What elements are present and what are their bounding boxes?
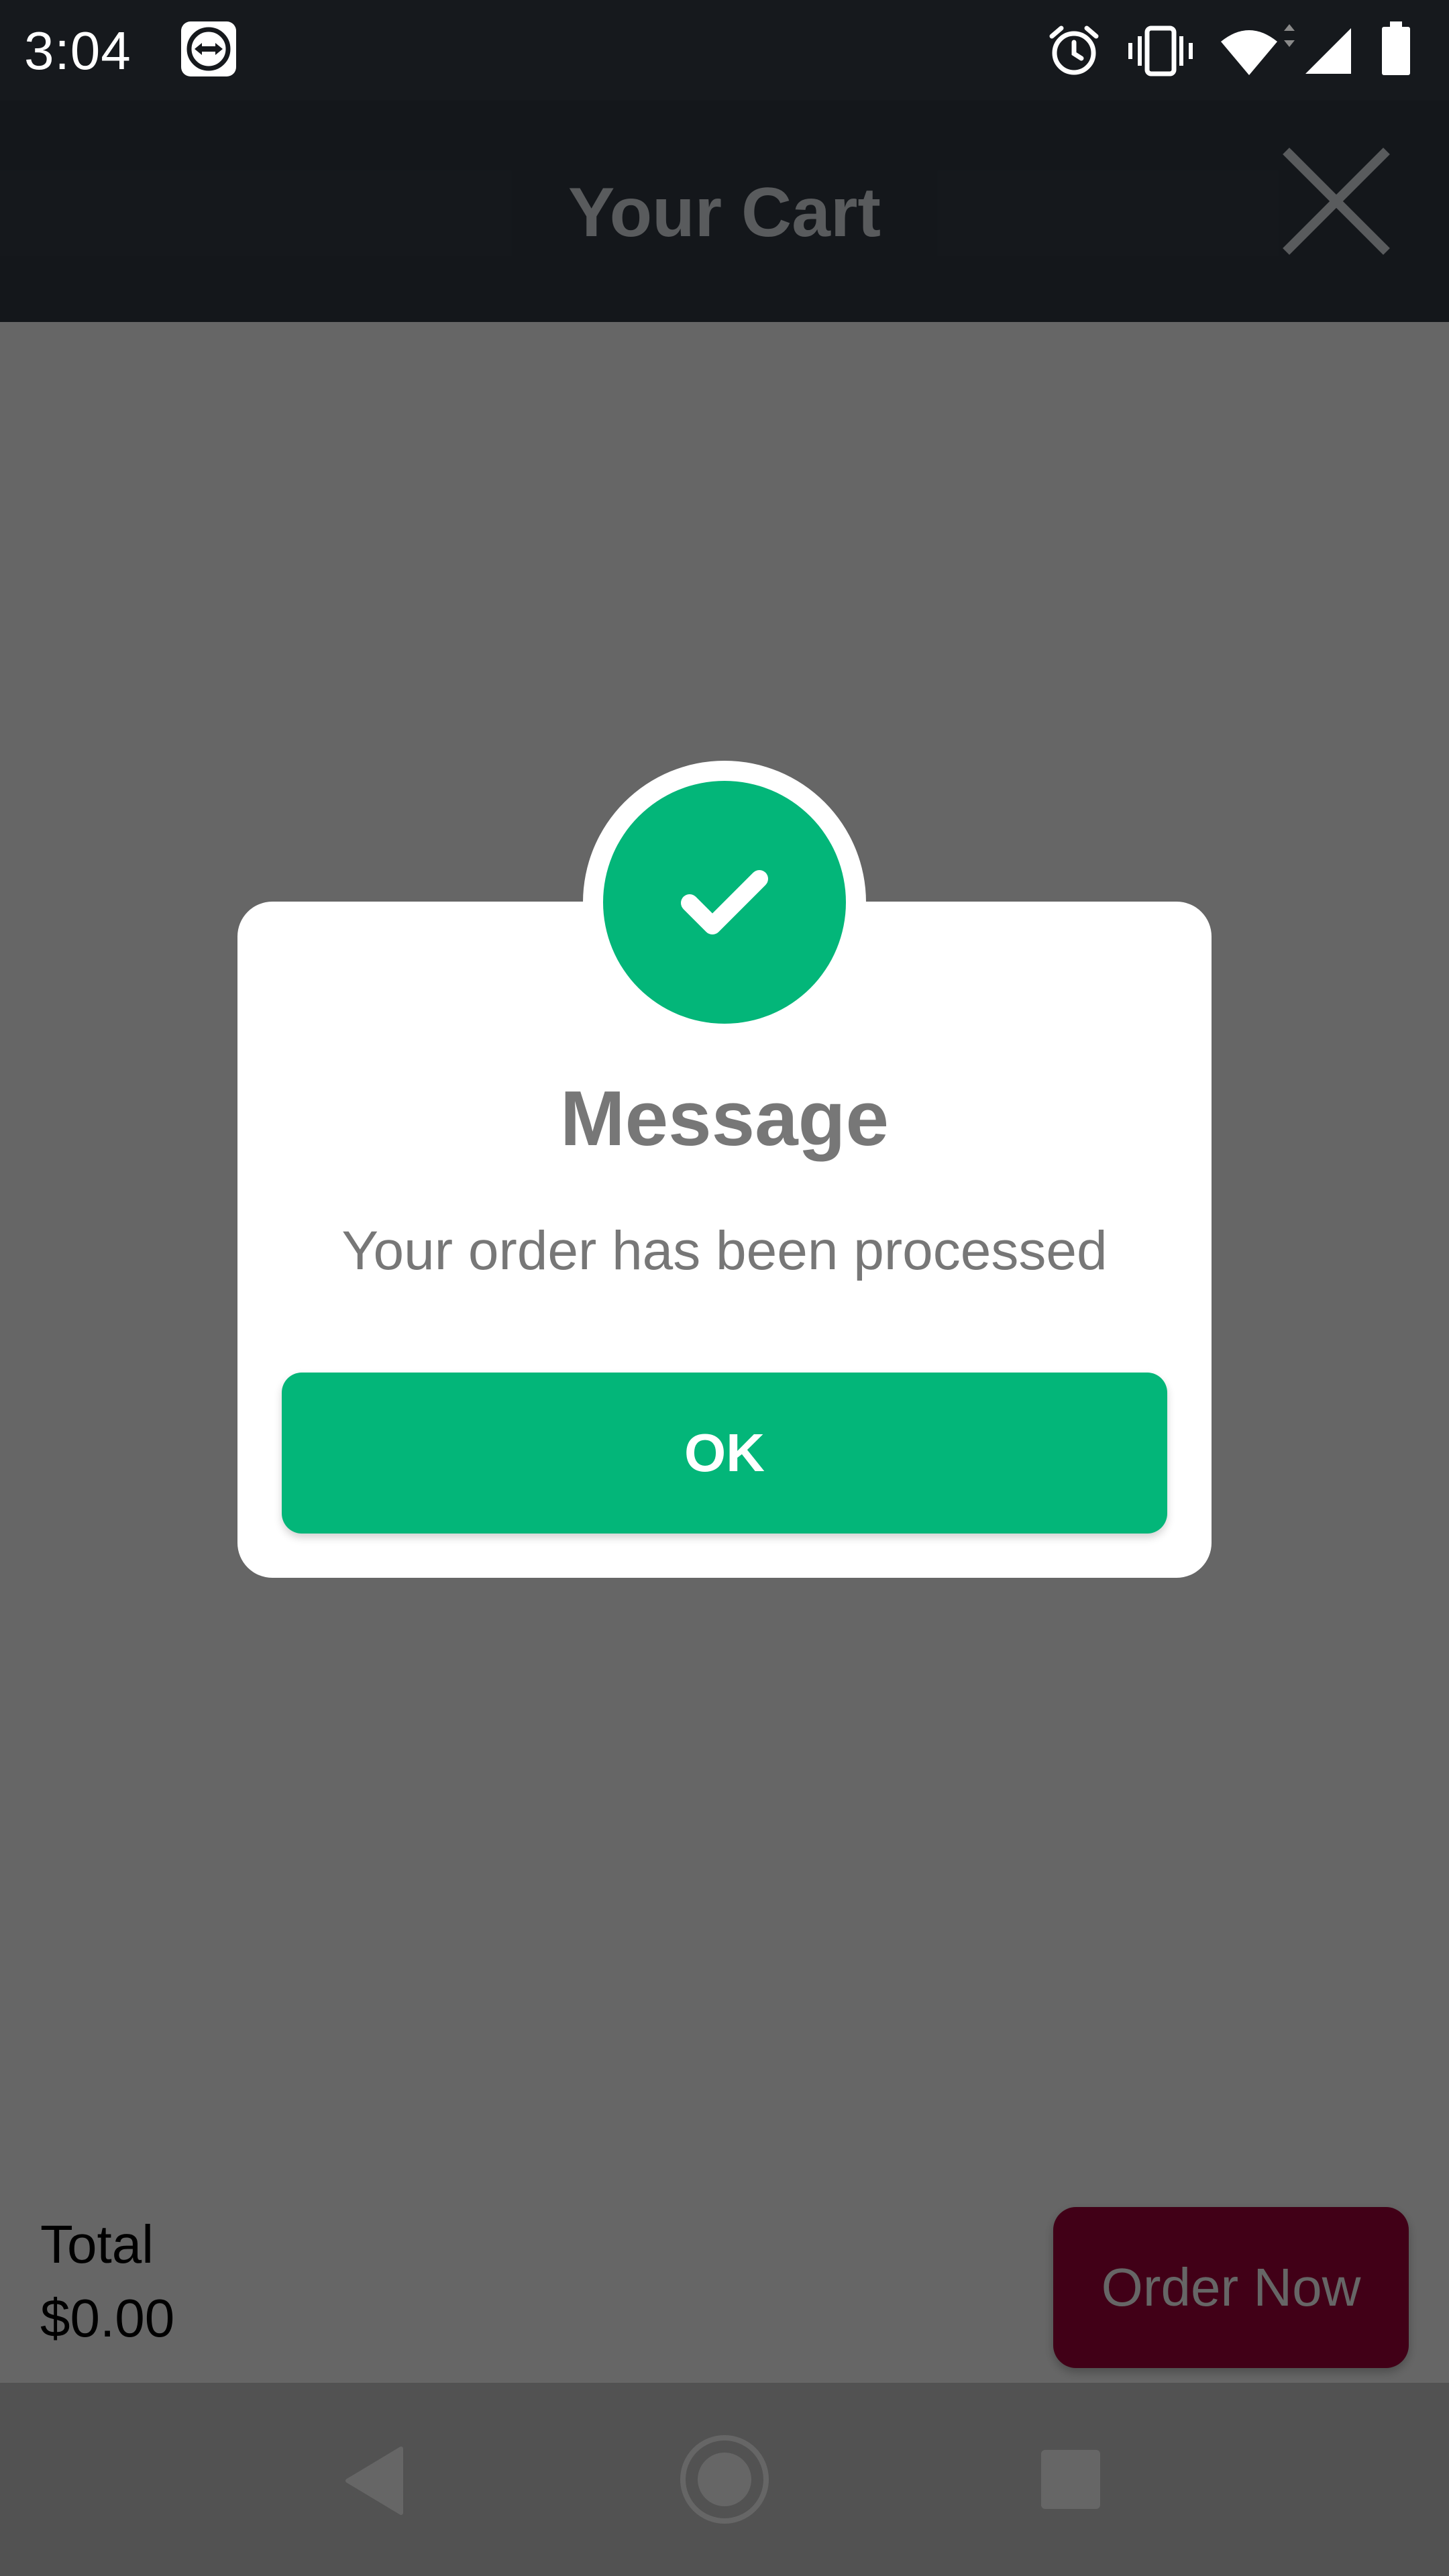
dialog-message: Your order has been processed [341,1220,1108,1281]
app-bar: Your Cart [0,101,1449,322]
screen: 3:04 Your Cart Total $0.00 Order Now Mes… [0,0,1449,2576]
check-icon [681,870,768,934]
home-icon[interactable] [679,2434,770,2525]
cart-footer: Total $0.00 Order Now [0,2187,1449,2383]
alarm-icon [1049,25,1099,75]
navigation-bar [0,2383,1449,2576]
status-icons [1046,0,1449,101]
dialog-title: Message [559,1075,890,1162]
back-icon[interactable] [343,2446,405,2516]
ok-button[interactable]: OK [282,1373,1167,1534]
success-badge [583,761,866,1044]
page-title: Your Cart [568,174,881,252]
status-time: 3:04 [24,21,131,80]
battery-icon [1382,21,1410,75]
recents-icon[interactable] [1040,2449,1102,2510]
vibrate-icon [1128,25,1193,76]
close-button[interactable] [1283,148,1390,255]
order-now-button[interactable]: Order Now [1053,2207,1409,2368]
total-value: $0.00 [40,2288,175,2348]
teamviewer-icon [181,21,236,76]
wifi-icon [1221,24,1295,75]
total-label: Total [40,2214,154,2274]
close-icon [1283,148,1390,255]
signal-icon [1305,28,1351,74]
status-bar: 3:04 [0,0,1449,101]
